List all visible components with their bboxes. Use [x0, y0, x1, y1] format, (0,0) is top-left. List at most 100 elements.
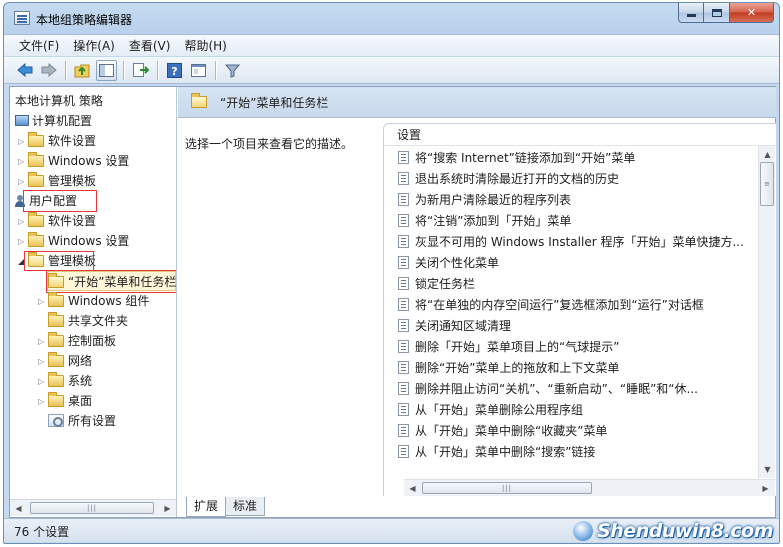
close-button[interactable]: ✕ — [730, 3, 774, 23]
tree-item-computer-windows[interactable]: ▷ Windows 设置 — [18, 151, 129, 171]
scroll-down-arrow-icon[interactable]: ▼ — [759, 461, 776, 477]
tab-extended[interactable]: 扩展 — [186, 497, 227, 517]
expand-arrow-icon[interactable]: ▷ — [18, 212, 28, 232]
tree-item-computer-admin[interactable]: ▷ 管理模板 — [18, 171, 96, 191]
maximize-icon — [711, 8, 722, 17]
expand-arrow-icon[interactable]: ▷ — [38, 392, 48, 412]
list-vertical-scrollbar[interactable]: ▲ ≡ ▼ — [758, 146, 775, 478]
scroll-right-arrow-icon[interactable]: ▶ — [159, 500, 176, 516]
list-item[interactable]: 从「开始」菜单中删除“搜索”链接 — [398, 442, 756, 463]
list-item[interactable]: 删除并阻止访问“关机”、“重新启动”、“睡眠”和“休... — [398, 379, 756, 400]
expand-arrow-icon[interactable]: ▷ — [18, 132, 28, 152]
scroll-left-arrow-icon[interactable]: ◀ — [10, 500, 27, 516]
watermark: Shenduwin8.com — [573, 519, 773, 543]
list-item[interactable]: 从「开始」菜单中删除“收藏夹”菜单 — [398, 421, 756, 442]
tree-item-user-software[interactable]: ▷ 软件设置 — [18, 211, 96, 231]
tree-item-user-windows[interactable]: ▷ Windows 设置 — [18, 231, 129, 251]
folder-open-icon — [191, 93, 207, 108]
folder-icon — [48, 292, 64, 307]
gpedit-app-icon — [14, 11, 30, 25]
scroll-up-arrow-icon[interactable]: ▲ — [759, 146, 776, 162]
close-icon: ✕ — [746, 6, 757, 19]
menu-view[interactable]: 查看(V) — [122, 36, 178, 56]
maximize-button[interactable] — [704, 3, 730, 23]
description-text: 选择一个项目来查看它的描述。 — [185, 137, 354, 151]
list-item[interactable]: 关闭个性化菜单 — [398, 253, 756, 274]
expand-arrow-icon[interactable]: ▷ — [38, 292, 48, 312]
tab-standard[interactable]: 标准 — [225, 497, 266, 516]
scroll-thumb[interactable]: ≡ — [760, 162, 774, 206]
details-title: “开始”菜单和任务栏 — [220, 96, 329, 110]
all-settings-icon — [48, 414, 64, 427]
toolbar-separator — [123, 60, 124, 80]
view-tabs: 扩展 标准 — [186, 497, 266, 517]
scroll-thumb[interactable]: ||| — [422, 482, 592, 494]
toolbar: ? — [4, 57, 779, 84]
tree-item-label: 系统 — [68, 374, 93, 388]
show-hide-tree-icon — [99, 63, 114, 77]
main-content: 本地计算机 策略 计算机配置 ▷ 软件设置 ▷ Windows 设置 ▷ 管理模板 用… — [9, 86, 776, 518]
expand-arrow-icon[interactable]: ▷ — [18, 152, 28, 172]
show-hide-tree-button[interactable] — [96, 59, 117, 81]
list-item[interactable]: 删除「开始」菜单项目上的“气球提示” — [398, 337, 756, 358]
export-list-button[interactable] — [130, 60, 151, 81]
folder-icon — [48, 312, 64, 327]
tree-item-shared-folders[interactable]: 共享文件夹 — [48, 311, 128, 331]
tree-item-desktop[interactable]: ▷ 桌面 — [38, 391, 92, 411]
list-item[interactable]: 将“搜索 Internet”链接添加到“开始”菜单 — [398, 148, 756, 169]
list-item[interactable]: 为新用户清除最近的程序列表 — [398, 190, 756, 211]
expand-arrow-icon[interactable]: ▷ — [38, 352, 48, 372]
scroll-thumb[interactable]: ||| — [30, 502, 154, 514]
list-item-label: 关闭通知区域清理 — [415, 319, 512, 333]
highlight-box — [24, 251, 94, 271]
list-item[interactable]: 删除“开始”菜单上的拖放和上下文菜单 — [398, 358, 756, 379]
list-item[interactable]: 从「开始」菜单删除公用程序组 — [398, 400, 756, 421]
folder-icon — [28, 212, 44, 227]
folder-icon — [48, 392, 64, 407]
tree-item-windows-components[interactable]: ▷ Windows 组件 — [38, 291, 149, 311]
help-button[interactable]: ? — [164, 60, 185, 81]
list-item[interactable]: 灰显不可用的 Windows Installer 程序「开始」菜单快捷方... — [398, 232, 756, 253]
list-item[interactable]: 将“在单独的内存空间运行”复选框添加到“运行”对话框 — [398, 295, 756, 316]
forward-arrow-icon — [41, 63, 57, 77]
properties-button[interactable] — [188, 60, 209, 81]
list-item[interactable]: 锁定任务栏 — [398, 274, 756, 295]
folder-icon — [28, 232, 44, 247]
list-horizontal-scrollbar[interactable]: ◀ ||| ▶ — [404, 479, 775, 496]
watermark-logo-icon — [573, 521, 594, 541]
up-one-level-button[interactable] — [72, 60, 93, 81]
details-pane: “开始”菜单和任务栏 选择一个项目来查看它的描述。 设置 将“搜索 Intern… — [178, 87, 776, 517]
caption-buttons: ✕ — [678, 3, 774, 23]
menu-file[interactable]: 文件(F) — [12, 36, 66, 56]
scroll-right-arrow-icon[interactable]: ▶ — [757, 480, 774, 496]
tree-item-label: 本地计算机 策略 — [15, 94, 103, 108]
expand-arrow-icon[interactable]: ▷ — [38, 332, 48, 352]
tree-item-computer-software[interactable]: ▷ 软件设置 — [18, 131, 96, 151]
policy-setting-icon — [398, 319, 409, 332]
minimize-button[interactable] — [678, 3, 704, 23]
tree-item-system[interactable]: ▷ 系统 — [38, 371, 92, 391]
filter-button[interactable] — [222, 60, 243, 81]
tree-item-network[interactable]: ▷ 网络 — [38, 351, 92, 371]
tree-horizontal-scrollbar[interactable]: ◀ ||| ▶ — [10, 499, 176, 516]
tree-item-all-settings[interactable]: 所有设置 — [48, 411, 116, 431]
tree-item-local-policy[interactable]: 本地计算机 策略 — [15, 91, 103, 111]
tree-item-computer-config[interactable]: 计算机配置 — [15, 111, 92, 131]
list-item[interactable]: 关闭通知区域清理 — [398, 316, 756, 337]
expand-arrow-icon[interactable]: ▷ — [18, 172, 28, 192]
folder-icon — [28, 152, 44, 167]
forward-button[interactable] — [38, 60, 59, 81]
list-item[interactable]: 将“注销”添加到「开始」菜单 — [398, 211, 756, 232]
tree-item-label: 桌面 — [68, 394, 93, 408]
policy-setting-icon — [398, 403, 409, 416]
back-button[interactable] — [14, 60, 35, 81]
menu-action[interactable]: 操作(A) — [66, 36, 122, 56]
list-item[interactable]: 退出系统时清除最近打开的文档的历史 — [398, 169, 756, 190]
menu-help[interactable]: 帮助(H) — [177, 36, 233, 56]
expand-arrow-icon[interactable]: ▷ — [18, 232, 28, 252]
scroll-left-arrow-icon[interactable]: ◀ — [404, 480, 421, 496]
column-header-setting[interactable]: 设置 — [384, 124, 776, 146]
tree-item-control-panel[interactable]: ▷ 控制面板 — [38, 331, 116, 351]
properties-icon — [191, 63, 206, 77]
expand-arrow-icon[interactable]: ▷ — [38, 372, 48, 392]
